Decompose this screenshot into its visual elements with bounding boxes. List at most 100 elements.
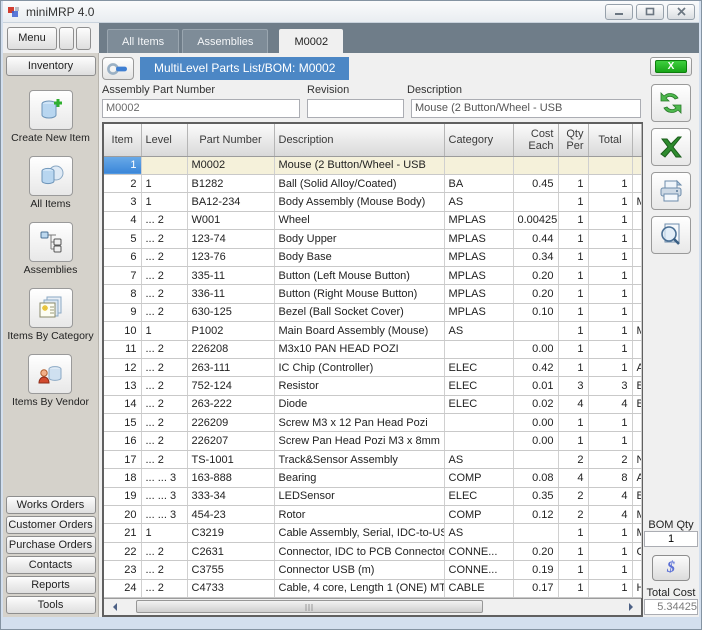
cell-extra[interactable] [632, 156, 641, 174]
cell-item[interactable]: 19 [104, 487, 141, 505]
cell-extra[interactable]: B [632, 487, 641, 505]
cell-cost-each[interactable]: 0.42 [513, 358, 558, 376]
table-row[interactable]: 4... 2W001WheelMPLAS0.0042511 [104, 211, 641, 229]
column-header-part-number[interactable]: Part Number [187, 124, 274, 156]
cell-total[interactable]: 1 [588, 285, 632, 303]
cell-part-number[interactable]: W001 [187, 211, 274, 229]
cell-total[interactable]: 1 [588, 340, 632, 358]
cell-description[interactable]: Body Upper [274, 230, 444, 248]
cell-description[interactable]: Button (Right Mouse Button) [274, 285, 444, 303]
cell-part-number[interactable]: B1282 [187, 175, 274, 193]
cell-qty-per[interactable]: 1 [558, 322, 588, 340]
cell-total[interactable] [588, 156, 632, 174]
cell-description[interactable]: LEDSensor [274, 487, 444, 505]
cell-cost-each[interactable] [513, 524, 558, 542]
table-row[interactable]: 14... 2263-222DiodeELEC0.0244B [104, 395, 641, 413]
cell-level[interactable] [141, 156, 187, 174]
cell-description[interactable]: M3x10 PAN HEAD POZI [274, 340, 444, 358]
cell-qty-per[interactable]: 3 [558, 377, 588, 395]
cell-part-number[interactable]: BA12-234 [187, 193, 274, 211]
cell-level[interactable]: 1 [141, 524, 187, 542]
cell-description[interactable]: Bezel (Ball Socket Cover) [274, 303, 444, 321]
table-row[interactable]: 1M0002Mouse (2 Button/Wheel - USB [104, 156, 641, 174]
cell-total[interactable]: 1 [588, 414, 632, 432]
cell-level[interactable]: ... 2 [141, 414, 187, 432]
cell-part-number[interactable]: 226207 [187, 432, 274, 450]
cell-extra[interactable]: B [632, 377, 641, 395]
cell-extra[interactable]: C [632, 542, 641, 560]
cell-description[interactable]: Rotor [274, 506, 444, 524]
cell-description[interactable]: Cable Assembly, Serial, IDC-to-USB [274, 524, 444, 542]
cell-qty-per[interactable]: 1 [558, 340, 588, 358]
cell-qty-per[interactable]: 1 [558, 175, 588, 193]
toolbar-blank-button-2[interactable] [76, 27, 91, 50]
cell-item[interactable]: 7 [104, 266, 141, 284]
cell-extra[interactable]: N [632, 450, 641, 468]
cell-cost-each[interactable] [513, 193, 558, 211]
cell-level[interactable]: ... 2 [141, 395, 187, 413]
cell-category[interactable]: CONNE... [444, 561, 513, 579]
cell-part-number[interactable]: TS-1001 [187, 450, 274, 468]
cell-part-number[interactable]: 263-222 [187, 395, 274, 413]
cell-total[interactable]: 1 [588, 432, 632, 450]
column-header-cost-each[interactable]: Cost Each [513, 124, 558, 156]
description-field[interactable] [411, 99, 641, 118]
total-cost-field[interactable] [644, 599, 698, 615]
cell-description[interactable]: Resistor [274, 377, 444, 395]
cell-total[interactable]: 3 [588, 377, 632, 395]
cell-category[interactable]: MPLAS [444, 303, 513, 321]
cell-level[interactable]: ... 2 [141, 303, 187, 321]
table-row[interactable]: 11... 2226208M3x10 PAN HEAD POZI0.0011 [104, 340, 641, 358]
cell-cost-each[interactable]: 0.17 [513, 579, 558, 597]
assemblies-button[interactable] [29, 222, 73, 262]
cell-item[interactable]: 22 [104, 542, 141, 560]
cell-total[interactable]: 8 [588, 469, 632, 487]
cell-cost-each[interactable]: 0.20 [513, 266, 558, 284]
cell-category[interactable]: MPLAS [444, 248, 513, 266]
cell-qty-per[interactable]: 1 [558, 266, 588, 284]
cell-extra[interactable]: M [632, 524, 641, 542]
cell-level[interactable]: 1 [141, 322, 187, 340]
cell-description[interactable]: Ball (Solid Alloy/Coated) [274, 175, 444, 193]
cell-level[interactable]: ... ... 3 [141, 487, 187, 505]
cell-item[interactable]: 9 [104, 303, 141, 321]
cell-level[interactable]: ... ... 3 [141, 469, 187, 487]
cell-extra[interactable]: B [632, 395, 641, 413]
cell-qty-per[interactable]: 1 [558, 285, 588, 303]
table-row[interactable]: 31BA12-234Body Assembly (Mouse Body)AS11… [104, 193, 641, 211]
cell-extra[interactable] [632, 414, 641, 432]
cell-cost-each[interactable]: 0.00 [513, 414, 558, 432]
cell-description[interactable]: Button (Left Mouse Button) [274, 266, 444, 284]
tab-m0002[interactable]: M0002 [279, 29, 343, 53]
cell-part-number[interactable]: M0002 [187, 156, 274, 174]
cell-category[interactable]: CABLE [444, 579, 513, 597]
toolbar-blank-button-1[interactable] [59, 27, 74, 50]
table-row[interactable]: 20... ... 3454-23RotorCOMP0.1224M [104, 506, 641, 524]
sidebar-item-items-by-category[interactable]: Items By Category [7, 288, 93, 342]
close-tab-button[interactable]: X [650, 57, 692, 76]
cell-level[interactable]: ... 2 [141, 450, 187, 468]
cell-cost-each[interactable]: 0.01 [513, 377, 558, 395]
cell-part-number[interactable]: 263-111 [187, 358, 274, 376]
cell-category[interactable]: CONNE... [444, 542, 513, 560]
cell-cost-each[interactable]: 0.00 [513, 432, 558, 450]
cell-level[interactable]: ... 2 [141, 266, 187, 284]
table-row[interactable]: 5... 2123-74Body UpperMPLAS0.4411 [104, 230, 641, 248]
cell-cost-each[interactable]: 0.45 [513, 175, 558, 193]
cell-extra[interactable]: M [632, 506, 641, 524]
cell-description[interactable]: Diode [274, 395, 444, 413]
column-header-extra[interactable] [632, 124, 641, 156]
revision-field[interactable] [307, 99, 404, 118]
cell-total[interactable]: 1 [588, 579, 632, 597]
table-row[interactable]: 8... 2336-11Button (Right Mouse Button)M… [104, 285, 641, 303]
cell-total[interactable]: 1 [588, 266, 632, 284]
cell-category[interactable]: ELEC [444, 395, 513, 413]
minimize-button[interactable] [605, 4, 633, 20]
cell-qty-per[interactable]: 1 [558, 248, 588, 266]
cell-extra[interactable]: M [632, 193, 641, 211]
cell-cost-each[interactable]: 0.20 [513, 285, 558, 303]
cell-level[interactable]: 1 [141, 175, 187, 193]
cell-total[interactable]: 4 [588, 487, 632, 505]
cell-category[interactable]: MPLAS [444, 266, 513, 284]
cell-description[interactable]: IC Chip (Controller) [274, 358, 444, 376]
